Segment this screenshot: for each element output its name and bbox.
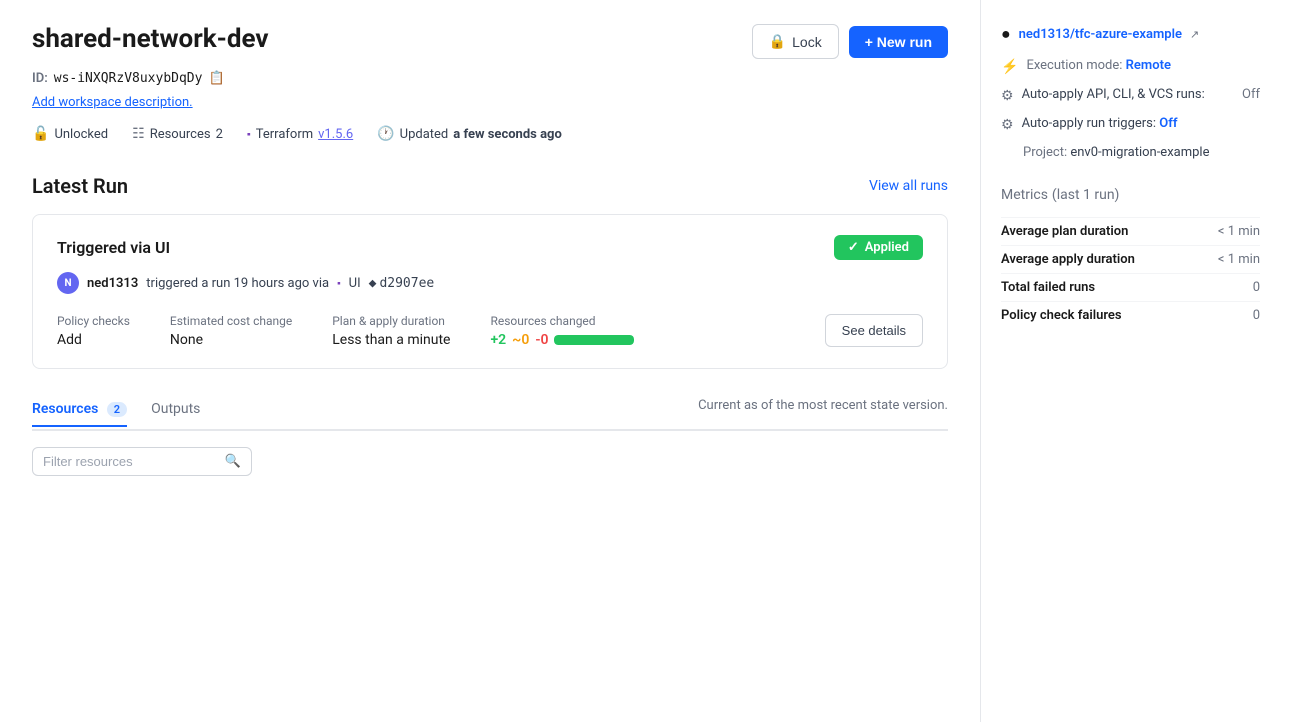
see-details-button[interactable]: See details — [825, 314, 923, 347]
filter-input-wrapper: 🔍 — [32, 447, 252, 476]
workspace-id-row: ID: ws-iNXQRzV8uxybDqDy 📋 — [32, 71, 948, 86]
resources-changed-stat: Resources changed +2 ~0 -0 — [490, 314, 634, 348]
clock-icon: 🕐 — [377, 126, 394, 142]
filter-resources-input[interactable] — [43, 454, 217, 469]
failed-runs-metric: Total failed runs 0 — [1001, 273, 1260, 301]
run-title: Triggered via UI — [57, 238, 170, 257]
copy-id-icon[interactable]: 📋 — [208, 71, 224, 86]
lock-button[interactable]: 🔒 Lock — [752, 24, 839, 59]
repo-link[interactable]: ned1313/tfc-azure-example — [1019, 27, 1182, 42]
github-icon: ● — [1001, 24, 1011, 44]
policy-checks-stat: Policy checks Add — [57, 314, 130, 348]
duration-stat: Plan & apply duration Less than a minute — [332, 314, 450, 348]
auto-apply-triggers-row: ⚙ Auto-apply run triggers: Off — [1001, 116, 1260, 133]
gear-icon: ⚙ — [1001, 88, 1014, 104]
avg-plan-metric: Average plan duration < 1 min — [1001, 217, 1260, 245]
metrics-title: Metrics (last 1 run) — [1001, 184, 1260, 203]
external-link-icon: ↗ — [1190, 28, 1199, 41]
resources-changed-bar: +2 ~0 -0 — [490, 332, 634, 348]
trigger-username: ned1313 — [87, 276, 138, 291]
meta-row: 🔓 Unlocked ☷ Resources 2 ⬝ Terraform v1.… — [32, 126, 948, 142]
resources-icon: ☷ — [132, 126, 145, 142]
view-all-runs-link[interactable]: View all runs — [869, 178, 948, 194]
gear2-icon: ⚙ — [1001, 117, 1014, 133]
policy-failures-metric: Policy check failures 0 — [1001, 301, 1260, 329]
metrics-section: Metrics (last 1 run) Average plan durati… — [1001, 184, 1260, 329]
applied-badge: ✓ Applied — [834, 235, 923, 260]
run-trigger-row: N ned1313 triggered a run 19 hours ago v… — [57, 272, 923, 294]
execution-mode-row: ⚡ Execution mode: Remote — [1001, 58, 1260, 75]
tab-outputs[interactable]: Outputs — [151, 393, 200, 427]
sidebar: ● ned1313/tfc-azure-example ↗ ⚡ Executio… — [980, 0, 1280, 722]
check-icon: ✓ — [848, 240, 859, 255]
current-state-label: Current as of the most recent state vers… — [698, 398, 948, 413]
workspace-title: shared-network-dev — [32, 24, 269, 54]
commit-hash: ◆ d2907ee — [369, 276, 435, 291]
user-avatar: N — [57, 272, 79, 294]
new-run-button[interactable]: + New run — [849, 26, 948, 58]
tabs-row: Resources 2 Outputs — [32, 393, 224, 425]
avg-apply-metric: Average apply duration < 1 min — [1001, 245, 1260, 273]
terraform-icon: ⬝ — [247, 126, 251, 142]
terraform-version-link[interactable]: v1.5.6 — [318, 127, 353, 142]
unlock-icon: 🔓 — [32, 126, 49, 142]
meta-unlocked: 🔓 Unlocked — [32, 126, 108, 142]
auto-apply-row: ⚙ Auto-apply API, CLI, & VCS runs: Off — [1001, 87, 1260, 104]
latest-run-header: Latest Run View all runs — [32, 174, 948, 198]
search-icon: 🔍 — [225, 454, 241, 469]
meta-terraform: ⬝ Terraform v1.5.6 — [247, 126, 353, 142]
run-stats: Policy checks Add Estimated cost change … — [57, 314, 634, 348]
lock-icon: 🔒 — [769, 33, 786, 50]
meta-updated: 🕐 Updated a few seconds ago — [377, 126, 562, 142]
filter-row: 🔍 — [32, 447, 948, 476]
meta-resources: ☷ Resources 2 — [132, 126, 223, 142]
run-card: Triggered via UI ✓ Applied N ned1313 tri… — [32, 214, 948, 369]
tab-resources[interactable]: Resources 2 — [32, 393, 127, 427]
sidebar-repo-row: ● ned1313/tfc-azure-example ↗ — [1001, 24, 1260, 44]
latest-run-title: Latest Run — [32, 174, 128, 198]
terraform-trigger-icon: ⬝ — [337, 276, 341, 291]
resource-progress-bar — [554, 335, 634, 345]
add-description-link[interactable]: Add workspace description. — [32, 95, 193, 110]
cost-change-stat: Estimated cost change None — [170, 314, 292, 348]
project-row: Project: env0-migration-example — [1001, 145, 1260, 160]
bolt-icon: ⚡ — [1001, 59, 1018, 75]
